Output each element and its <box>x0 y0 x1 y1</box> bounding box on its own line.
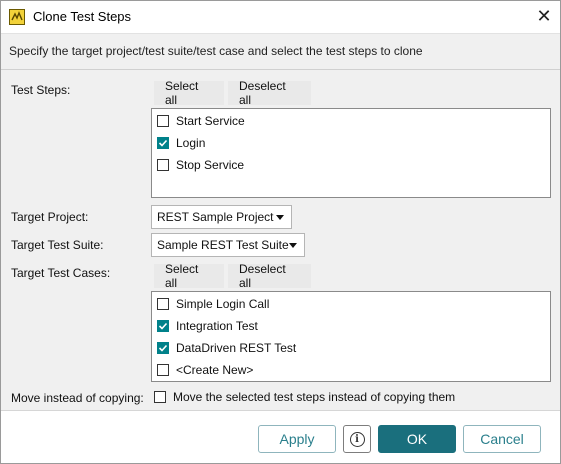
move-option-label: Move the selected test steps instead of … <box>173 390 456 404</box>
list-item[interactable]: Simple Login Call <box>157 295 269 313</box>
list-item[interactable]: <Create New> <box>157 361 253 379</box>
chevron-down-icon <box>276 215 284 220</box>
list-item[interactable]: DataDriven REST Test <box>157 339 296 357</box>
move-checkbox[interactable] <box>154 391 166 403</box>
list-item[interactable]: Integration Test <box>157 317 258 335</box>
test-step-label: Start Service <box>176 114 245 128</box>
test-steps-select-all-button[interactable]: Select all <box>154 79 224 107</box>
test-steps-list[interactable]: Start Service Login Stop Service <box>151 108 551 198</box>
list-item[interactable]: Login <box>157 134 205 152</box>
test-cases-deselect-all-button[interactable]: Deselect all <box>228 262 311 290</box>
test-step-checkbox[interactable] <box>157 115 169 127</box>
window-title: Clone Test Steps <box>33 9 132 24</box>
clone-test-steps-dialog: Clone Test Steps ✕ Specify the target pr… <box>0 0 561 464</box>
cancel-button[interactable]: Cancel <box>463 425 541 453</box>
test-case-label: <Create New> <box>176 363 254 377</box>
soapui-app-icon <box>9 9 25 25</box>
list-item[interactable]: Start Service <box>157 112 245 130</box>
move-instead-label: Move instead of copying: <box>11 391 144 405</box>
test-steps-deselect-all-button[interactable]: Deselect all <box>228 79 311 107</box>
target-test-suite-label: Target Test Suite: <box>11 238 104 252</box>
test-case-checkbox[interactable] <box>157 364 169 376</box>
test-steps-label: Test Steps: <box>11 83 71 97</box>
target-project-label: Target Project: <box>11 210 89 224</box>
test-case-label: DataDriven REST Test <box>176 341 297 355</box>
title-bar: Clone Test Steps ✕ <box>1 1 560 33</box>
test-step-label: Login <box>176 136 206 150</box>
test-case-label: Simple Login Call <box>176 297 270 311</box>
dialog-footer: Apply i OK Cancel <box>1 410 560 463</box>
target-test-cases-label: Target Test Cases: <box>11 266 111 280</box>
test-cases-select-all-button[interactable]: Select all <box>154 262 224 290</box>
dialog-description: Specify the target project/test suite/te… <box>9 44 423 58</box>
test-case-checkbox[interactable] <box>157 320 169 332</box>
test-step-checkbox[interactable] <box>157 159 169 171</box>
list-item[interactable]: Stop Service <box>157 156 244 174</box>
ok-button[interactable]: OK <box>378 425 456 453</box>
close-icon[interactable]: ✕ <box>528 1 560 31</box>
info-button[interactable]: i <box>343 425 371 453</box>
apply-button[interactable]: Apply <box>258 425 336 453</box>
move-option[interactable]: Move the selected test steps instead of … <box>154 388 455 406</box>
target-project-value: REST Sample Project <box>157 210 274 224</box>
test-step-checkbox[interactable] <box>157 137 169 149</box>
target-test-suite-dropdown[interactable]: Sample REST Test Suite <box>151 233 305 257</box>
target-test-cases-list[interactable]: Simple Login Call Integration Test DataD… <box>151 291 551 382</box>
test-step-label: Stop Service <box>176 158 245 172</box>
chevron-down-icon <box>289 243 297 248</box>
target-project-dropdown[interactable]: REST Sample Project <box>151 205 292 229</box>
test-case-checkbox[interactable] <box>157 298 169 310</box>
target-test-suite-value: Sample REST Test Suite <box>157 238 289 252</box>
test-case-checkbox[interactable] <box>157 342 169 354</box>
dialog-description-panel: Specify the target project/test suite/te… <box>1 33 560 70</box>
test-case-label: Integration Test <box>176 319 258 333</box>
info-icon: i <box>349 431 365 447</box>
dialog-body: Test Steps: Select all Deselect all Star… <box>1 70 560 410</box>
